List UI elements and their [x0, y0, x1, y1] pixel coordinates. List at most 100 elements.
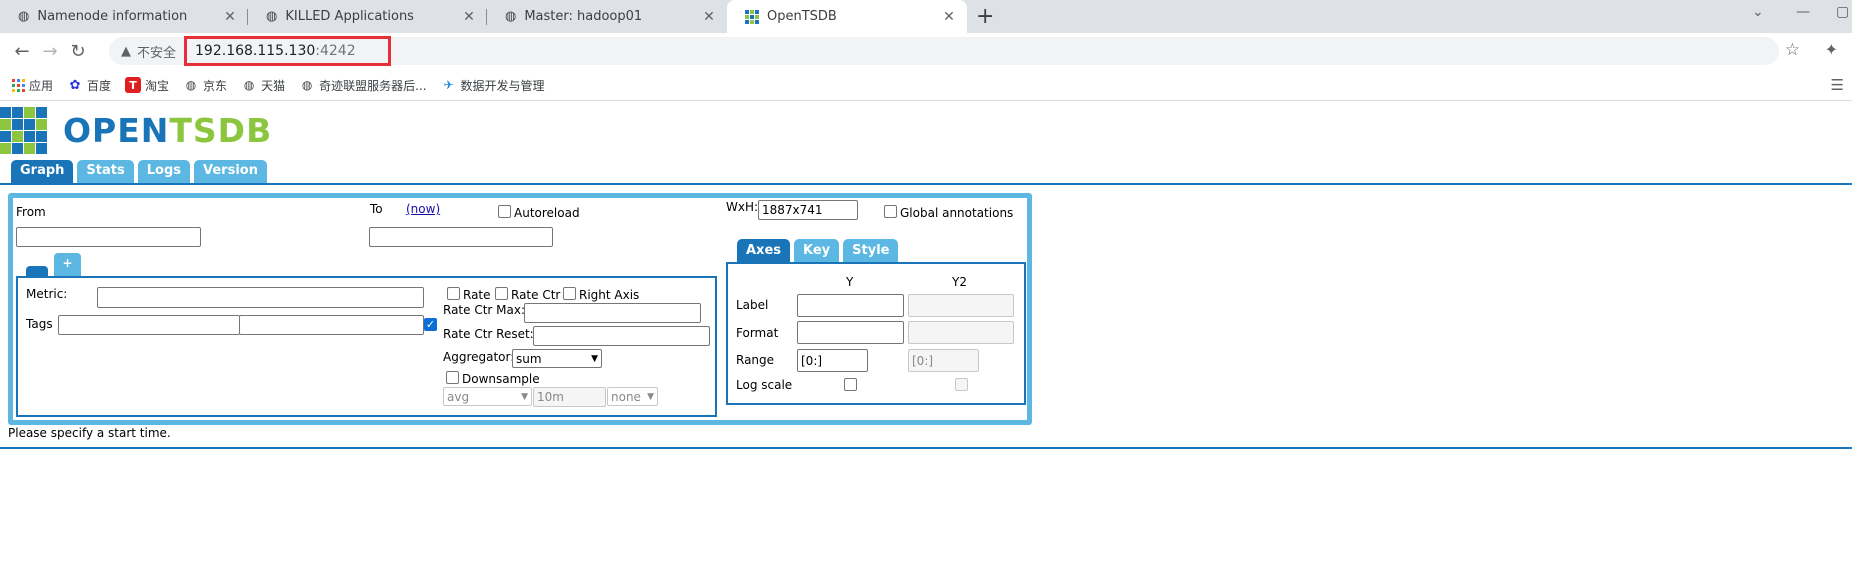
tab-title: Master: hadoop01 — [524, 9, 643, 24]
browser-tab-opentsdb[interactable]: OpenTSDB ✕ — [727, 0, 967, 33]
y-range-input[interactable] — [797, 349, 868, 372]
bookmark-label: 奇迹联盟服务器后... — [319, 78, 427, 93]
rate-ctr-reset-input[interactable] — [533, 326, 710, 346]
downsample-function-select[interactable]: avg ▼ — [443, 387, 532, 406]
bird-icon: ✈ — [443, 78, 454, 92]
security-label[interactable]: 不安全 — [137, 42, 176, 61]
axes-tabs: Axes Key Style — [737, 239, 902, 264]
address-bar[interactable]: ▲ 不安全 192.168.115.130:4242 — [109, 36, 1779, 66]
bookmark-apps[interactable]: 应用 — [12, 77, 53, 94]
url-port: :4242 — [315, 43, 356, 59]
close-tab-icon[interactable]: ✕ — [701, 9, 717, 25]
y-format-input[interactable] — [797, 321, 904, 344]
main-tabs: Graph Stats Logs Version — [11, 160, 271, 183]
bookmark-qiji[interactable]: ◍ 奇迹联盟服务器后... — [299, 77, 427, 94]
rate-checkbox[interactable] — [447, 287, 460, 300]
taobao-icon: T — [125, 77, 142, 93]
now-link[interactable]: (now) — [406, 202, 440, 216]
downsample-function-value: avg — [447, 389, 470, 404]
apps-icon — [12, 78, 25, 92]
maximize-icon[interactable]: ▢ — [1836, 4, 1849, 20]
y-log-scale-checkbox[interactable] — [844, 378, 857, 391]
autoreload-checkbox[interactable] — [498, 205, 511, 218]
bookmark-baidu[interactable]: ✿ 百度 — [67, 77, 111, 94]
url-host: 192.168.115.130 — [195, 43, 316, 59]
tab-axes[interactable]: Axes — [737, 239, 791, 264]
downsample-checkbox[interactable] — [446, 371, 459, 384]
wxh-input[interactable] — [758, 200, 858, 220]
y2-log-scale-checkbox[interactable] — [955, 378, 968, 391]
from-label: From — [16, 205, 46, 219]
reload-icon[interactable]: ↻ — [64, 41, 92, 62]
close-tab-icon[interactable]: ✕ — [941, 9, 957, 25]
browser-tab-master[interactable]: ◍ Master: hadoop01 ✕ — [487, 0, 727, 33]
metric-label: Metric: — [26, 287, 68, 301]
bookmarks-bar: 应用 ✿ 百度 T 淘宝 ◍ 京东 ◍ 天猫 ◍ 奇迹联盟服务器后... ✈ 数… — [0, 70, 1852, 101]
range-row-label: Range — [736, 353, 775, 367]
rate-ctr-max-label: Rate Ctr Max: — [443, 303, 526, 317]
add-query-tab[interactable]: + — [54, 253, 81, 276]
global-annotations-checkbox[interactable] — [884, 205, 897, 218]
forward-arrow-icon[interactable]: → — [36, 41, 64, 62]
globe-icon: ◍ — [301, 78, 313, 92]
bookmark-label: 应用 — [29, 78, 54, 93]
downsample-interval-input[interactable] — [533, 387, 606, 407]
browser-tab-killed-applications[interactable]: ◍ KILLED Applications ✕ — [248, 0, 487, 33]
tag-group-checkbox[interactable]: ✓ — [424, 318, 437, 331]
globe-icon: ◍ — [18, 9, 30, 24]
from-input[interactable] — [16, 227, 201, 247]
globe-icon: ◍ — [243, 78, 255, 92]
y2-range-input[interactable] — [908, 349, 979, 372]
back-arrow-icon[interactable]: ← — [8, 41, 36, 62]
tab-style[interactable]: Style — [843, 239, 899, 264]
bookmark-data-dev[interactable]: ✈ 数据开发与管理 — [441, 77, 545, 94]
query-tab-1[interactable] — [26, 266, 48, 276]
url-highlight-box[interactable]: 192.168.115.130:4242 — [184, 36, 391, 66]
chevron-down-icon: ▼ — [591, 353, 598, 364]
y2-format-input[interactable] — [908, 321, 1014, 344]
downsample-fill-select[interactable]: none ▼ — [607, 387, 658, 406]
baidu-icon: ✿ — [69, 77, 81, 93]
right-axis-checkbox[interactable] — [563, 287, 576, 300]
y-label-input[interactable] — [797, 294, 904, 317]
globe-icon: ◍ — [505, 9, 517, 24]
reading-list-icon[interactable]: ☰ — [1831, 76, 1844, 94]
metric-input[interactable] — [97, 287, 424, 308]
close-tab-icon[interactable]: ✕ — [461, 9, 477, 25]
y2-label-input[interactable] — [908, 294, 1014, 317]
bookmark-star-icon[interactable]: ☆ — [1785, 40, 1800, 60]
logo-text-open: OPEN — [63, 110, 170, 150]
logo-grid-icon — [0, 106, 47, 154]
minimize-icon[interactable]: — — [1796, 4, 1810, 20]
rate-label: Rate — [463, 288, 491, 302]
to-input[interactable] — [369, 227, 553, 247]
log-scale-row-label: Log scale — [736, 378, 793, 392]
chevron-down-icon: ▼ — [647, 391, 654, 402]
wxh-label: WxH: — [726, 200, 759, 214]
rate-ctr-max-input[interactable] — [524, 303, 701, 323]
tab-search-icon[interactable]: ⌄ — [1752, 4, 1764, 20]
tab-key[interactable]: Key — [794, 239, 840, 264]
tab-graph[interactable]: Graph — [11, 160, 74, 183]
bookmark-tmall[interactable]: ◍ 天猫 — [241, 77, 285, 94]
opentsdb-favicon — [745, 9, 759, 24]
bookmark-jd[interactable]: ◍ 京东 — [183, 77, 227, 94]
axis-y2-header: Y2 — [952, 275, 967, 289]
extensions-puzzle-icon[interactable]: ✦ — [1825, 40, 1838, 59]
tab-title: KILLED Applications — [285, 9, 414, 24]
rate-ctr-reset-label: Rate Ctr Reset: — [443, 327, 534, 341]
rate-ctr-checkbox[interactable] — [495, 287, 508, 300]
bookmark-taobao[interactable]: T 淘宝 — [125, 77, 169, 94]
bookmark-label: 数据开发与管理 — [460, 78, 545, 93]
tab-logs[interactable]: Logs — [137, 160, 190, 183]
browser-tab-namenode[interactable]: ◍ Namenode information ✕ — [0, 0, 248, 33]
close-tab-icon[interactable]: ✕ — [222, 9, 238, 25]
axis-y-header: Y — [846, 275, 854, 289]
tag-key-input[interactable] — [58, 315, 240, 335]
tab-version[interactable]: Version — [194, 160, 267, 183]
tab-stats[interactable]: Stats — [77, 160, 134, 183]
aggregator-select[interactable]: sum ▼ — [512, 349, 602, 368]
warning-icon[interactable]: ▲ — [121, 44, 131, 59]
tag-value-input[interactable] — [239, 315, 424, 335]
new-tab-button[interactable]: + — [976, 4, 994, 29]
